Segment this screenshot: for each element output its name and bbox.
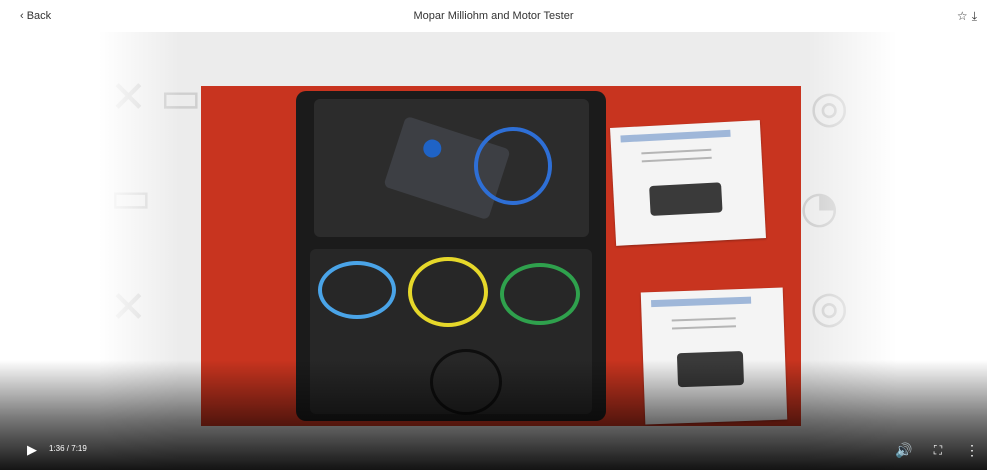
- video-player[interactable]: ✕ ▭ ▭ ✕ ◎ ◔ ◎: [0, 32, 987, 470]
- player-controls: ▶ 1:36 / 7:19 🔊 ⛶ ⋮: [0, 430, 987, 470]
- volume-icon[interactable]: 🔊: [894, 440, 914, 460]
- fullscreen-icon[interactable]: ⛶: [928, 440, 948, 460]
- time-display: 1:36 / 7:19: [49, 444, 87, 453]
- download-icon[interactable]: ⤓: [972, 9, 977, 24]
- manual-top: [610, 120, 766, 246]
- yellow-lead: [408, 257, 488, 327]
- header-bar: ‹ Back Mopar Milliohm and Motor Tester ☆…: [0, 0, 987, 32]
- green-lead: [500, 263, 580, 325]
- star-icon[interactable]: ☆: [957, 9, 968, 24]
- case-lid: [314, 99, 589, 237]
- page-title: Mopar Milliohm and Motor Tester: [413, 10, 574, 22]
- header-actions: ☆ ⤓: [957, 9, 977, 24]
- more-icon[interactable]: ⋮: [962, 440, 982, 460]
- blue-cable: [474, 127, 552, 205]
- mopar-logo-icon: [420, 137, 444, 160]
- play-icon[interactable]: ▶: [22, 440, 42, 460]
- blue-lead: [318, 261, 396, 319]
